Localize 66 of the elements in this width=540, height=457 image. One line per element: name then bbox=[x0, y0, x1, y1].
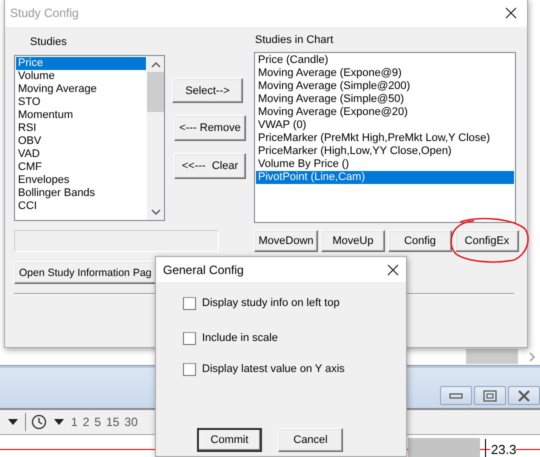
dialog-button[interactable]: Cancel bbox=[278, 428, 343, 452]
list-item[interactable]: PriceMarker (High,Low,YY Close,Open) bbox=[256, 145, 514, 158]
checkbox[interactable] bbox=[183, 296, 196, 310]
list-item[interactable]: Price (Candle) bbox=[256, 54, 514, 67]
list-item[interactable]: Volume bbox=[16, 70, 146, 83]
list-label: Studies bbox=[30, 36, 68, 48]
interval-button[interactable]: 15 bbox=[106, 415, 120, 429]
close-button[interactable] bbox=[387, 264, 399, 276]
close-icon bbox=[517, 390, 531, 402]
checkbox[interactable] bbox=[183, 362, 196, 376]
chevron-down-icon bbox=[150, 209, 160, 216]
maximize-icon bbox=[483, 390, 497, 402]
close-button[interactable] bbox=[508, 386, 540, 405]
close-button[interactable] bbox=[505, 7, 517, 19]
list-item[interactable]: RSI bbox=[16, 122, 146, 135]
minimize-icon bbox=[449, 392, 463, 400]
list-item[interactable]: Moving Average (Simple@200) bbox=[256, 80, 514, 93]
list-item[interactable]: CMF bbox=[16, 161, 146, 174]
list-button[interactable]: <--- Remove bbox=[174, 115, 246, 141]
list-item[interactable]: Moving Average (Expone@9) bbox=[256, 67, 514, 80]
clock-icon bbox=[31, 414, 47, 430]
list-item[interactable]: Envelopes bbox=[16, 174, 146, 187]
list-item[interactable]: Moving Average (Expone@20) bbox=[256, 106, 514, 119]
chart-study-button[interactable]: Config bbox=[388, 230, 452, 252]
checkbox-label: Display study info on left top bbox=[202, 297, 340, 309]
interval-button[interactable]: 5 bbox=[94, 415, 102, 429]
interval-button[interactable]: 2 bbox=[82, 415, 90, 429]
list-item[interactable]: PivotPoint (Line,Cam) bbox=[256, 171, 514, 184]
chart-study-button[interactable]: MoveUp bbox=[321, 230, 385, 252]
chart-study-button[interactable]: MoveDown bbox=[254, 230, 318, 252]
list-item[interactable]: Moving Average bbox=[16, 83, 146, 96]
window-title: Study Config bbox=[10, 6, 79, 20]
list-item[interactable]: Moving Average (Simple@50) bbox=[256, 93, 514, 106]
scrollbar-thumb[interactable] bbox=[466, 349, 518, 364]
scrollbar-thumb[interactable] bbox=[147, 72, 164, 112]
checkbox[interactable] bbox=[183, 332, 196, 344]
minimize-button[interactable] bbox=[440, 386, 472, 405]
list-item[interactable]: OBV bbox=[16, 135, 146, 148]
dialog-button[interactable]: Commit bbox=[197, 428, 262, 452]
list-button[interactable]: Select--> bbox=[172, 78, 243, 103]
volume-bar bbox=[408, 438, 480, 457]
list-item[interactable]: VAD bbox=[16, 148, 146, 161]
list-item[interactable]: STO bbox=[16, 96, 146, 109]
close-icon bbox=[505, 7, 517, 19]
checkbox-label: Display latest value on Y axis bbox=[202, 363, 345, 375]
list-item[interactable]: CCI bbox=[16, 200, 146, 213]
price-label: 23.3 bbox=[490, 442, 516, 457]
interval-button[interactable]: 1 bbox=[71, 415, 78, 429]
list-label: Studies in Chart bbox=[255, 34, 334, 46]
list-item[interactable]: Momentum bbox=[16, 109, 146, 122]
caret-icon bbox=[54, 419, 64, 425]
maximize-button[interactable] bbox=[474, 386, 506, 405]
checkbox-label: Include in scale bbox=[202, 332, 278, 344]
list-button[interactable]: <<--- Clear bbox=[174, 153, 246, 179]
caret-icon bbox=[8, 419, 18, 425]
list-item[interactable]: VWAP (0) bbox=[256, 119, 514, 132]
close-icon bbox=[387, 264, 399, 276]
list-item[interactable]: Bollinger Bands bbox=[16, 187, 146, 200]
chevron-up-icon bbox=[150, 61, 160, 68]
list-item[interactable]: Volume By Price () bbox=[256, 158, 514, 171]
interval-button[interactable]: 30 bbox=[124, 415, 138, 429]
chevron-right-icon bbox=[528, 352, 536, 362]
list-item[interactable]: PriceMarker (PreMkt High,PreMkt Low,Y Close) bbox=[256, 132, 514, 145]
axis-line bbox=[485, 439, 486, 457]
chart-study-button[interactable]: ConfigEx bbox=[455, 230, 519, 252]
list-item[interactable]: Price bbox=[16, 57, 146, 70]
